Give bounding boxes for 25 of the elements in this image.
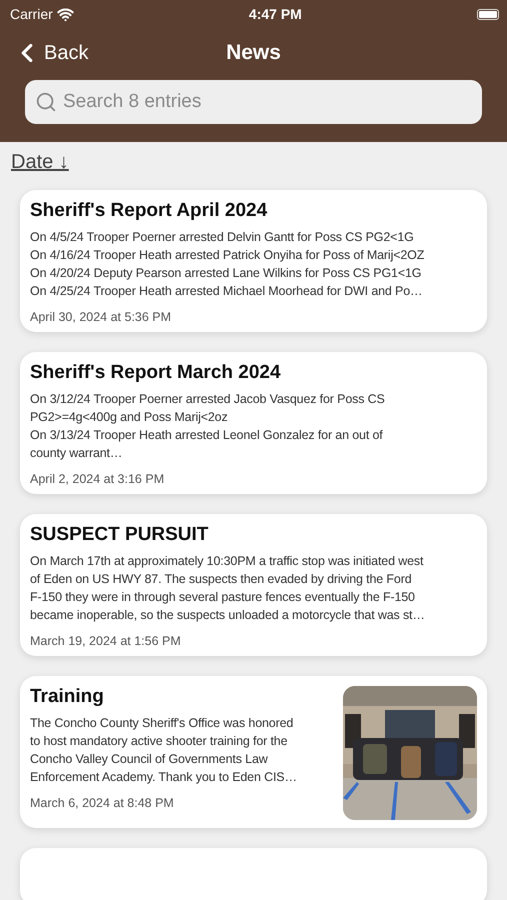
sort-link[interactable]: Date ↓ <box>11 151 69 174</box>
news-card[interactable] <box>20 514 487 656</box>
clock: 4:47 PM <box>248 6 302 22</box>
search-icon <box>35 91 57 113</box>
card-summary: The Concho County Sheriff's Office was honored to host mandatory active shooter training for the Concho Valley Council of Governments Law Enforcement Academy. Thank you to Eden CIS… <box>30 715 298 786</box>
news-card[interactable] <box>20 352 487 494</box>
card-summary: On 4/5/24 Trooper Poerner arrested Delvin Gantt for Poss CS PG2<1G On 4/16/24 Trooper Heath arrested Patrick Onyiha for Poss of Marij<2OZ On 4/20/24 Deputy Pearson arrested Lane Wilkins for Poss CS PG1<1G On 4/25/24 Trooper Heath arrested Michael Moorhead for DWI and Po… <box>30 229 426 300</box>
back-button[interactable]: Back <box>12 38 88 68</box>
card-summary: On 3/12/24 Trooper Poerner arrested Jacob Vasquez for Poss CS PG2>=4g<400g and Poss Marij<2oz On 3/13/24 Trooper Heath arrested Leonel Gonzalez for an out of county warrant… <box>30 391 386 462</box>
card-date: March 19, 2024 at 1:56 PM <box>30 634 182 648</box>
card-summary: On March 17th at approximately 10:30PM a traffic stop was initiated west of Eden on US HWY 87. The suspects then evaded by driving the Ford F-150 they were in through several pasture fences eventually the F-150 became inoperable, so the suspects unloaded a motorcycle that was st… <box>30 553 426 624</box>
card-date: April 30, 2024 at 5:36 PM <box>30 310 172 324</box>
card-title: Training <box>30 686 105 708</box>
battery-icon <box>476 8 499 20</box>
news-card[interactable] <box>20 676 487 828</box>
card-title: Sheriff's Report April 2024 <box>30 200 268 222</box>
search-field[interactable]: Search 8 entries <box>25 80 482 124</box>
carrier-label: Carrier <box>10 6 53 22</box>
news-card[interactable] <box>20 190 487 332</box>
card-date: April 2, 2024 at 3:16 PM <box>30 472 166 486</box>
wifi-icon <box>56 6 74 22</box>
card-title: Sheriff's Report March 2024 <box>30 362 282 384</box>
card-title: SUSPECT PURSUIT <box>30 524 210 546</box>
page-title: News <box>226 41 281 65</box>
card-date: March 6, 2024 at 8:48 PM <box>30 796 175 810</box>
